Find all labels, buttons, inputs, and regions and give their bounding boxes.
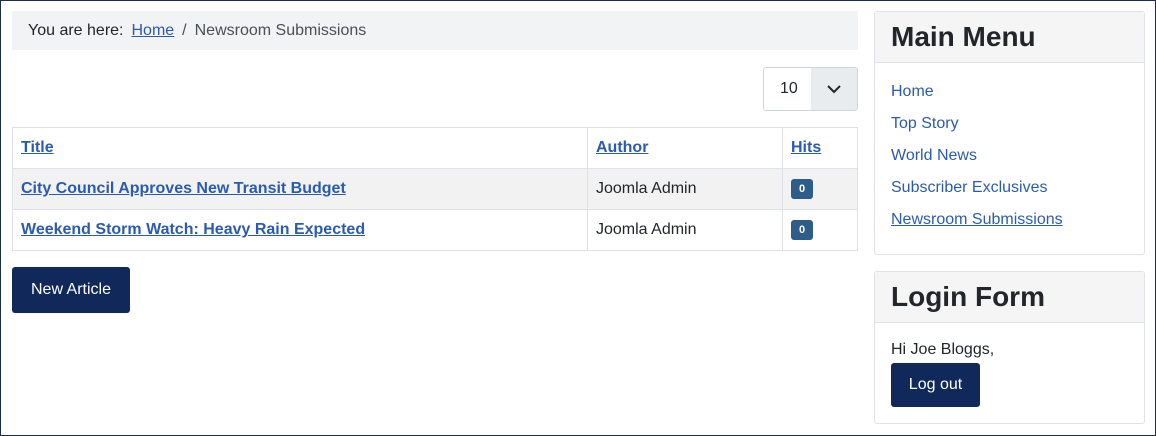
menu-item: Home <box>891 83 1128 115</box>
breadcrumb-current: Newsroom Submissions <box>194 21 367 39</box>
hits-badge: 0 <box>791 220 814 240</box>
sort-by-title-link[interactable]: Title <box>21 139 54 156</box>
list-limit-select[interactable]: 10 <box>763 67 858 111</box>
menu-item: Top Story <box>891 115 1128 147</box>
cell-title: City Council Approves New Transit Budget <box>12 168 588 210</box>
menu-item: Subscriber Exclusives <box>891 179 1128 211</box>
cell-author: Joomla Admin <box>587 209 783 251</box>
logout-button[interactable]: Log out <box>891 363 980 407</box>
main-content: You are here: Home / Newsroom Submission… <box>12 11 858 313</box>
column-header-author: Author <box>587 127 783 169</box>
cell-title: Weekend Storm Watch: Heavy Rain Expected <box>12 209 588 251</box>
main-menu-card: Main Menu Home Top Story World News Subs… <box>874 11 1145 255</box>
articles-table: Title Author Hits City Council Approves … <box>12 127 858 251</box>
cell-author: Joomla Admin <box>587 168 783 210</box>
list-limit-row: 10 <box>12 67 858 111</box>
breadcrumb-prefix: You are here: <box>28 21 124 39</box>
menu-item-world-news[interactable]: World News <box>891 147 977 164</box>
menu-item-home[interactable]: Home <box>891 83 934 100</box>
column-header-title: Title <box>12 127 588 169</box>
chevron-down-icon <box>811 68 857 110</box>
menu-item-top-story[interactable]: Top Story <box>891 115 959 132</box>
table-row: Weekend Storm Watch: Heavy Rain Expected… <box>12 209 858 251</box>
sidebar: Main Menu Home Top Story World News Subs… <box>874 11 1145 424</box>
sort-by-hits-link[interactable]: Hits <box>791 139 821 156</box>
breadcrumb: You are here: Home / Newsroom Submission… <box>12 11 858 50</box>
login-greeting: Hi Joe Bloggs, <box>891 341 995 358</box>
menu-item: World News <box>891 147 1128 179</box>
login-form-body: Hi Joe Bloggs, Log out <box>875 323 1144 407</box>
article-title-link[interactable]: City Council Approves New Transit Budget <box>21 180 346 197</box>
breadcrumb-separator: / <box>182 21 187 39</box>
cell-hits: 0 <box>782 209 858 251</box>
list-limit-value: 10 <box>764 68 811 110</box>
hits-badge: 0 <box>791 179 814 199</box>
login-form-card: Login Form Hi Joe Bloggs, Log out <box>874 271 1145 424</box>
article-title-link[interactable]: Weekend Storm Watch: Heavy Rain Expected <box>21 221 365 238</box>
login-form-title: Login Form <box>875 272 1144 323</box>
table-row: City Council Approves New Transit Budget… <box>12 168 858 210</box>
column-header-hits: Hits <box>782 127 858 169</box>
main-menu-list: Home Top Story World News Subscriber Exc… <box>875 63 1144 243</box>
menu-item: Newsroom Submissions <box>891 211 1128 243</box>
breadcrumb-home-link[interactable]: Home <box>131 22 174 40</box>
cell-hits: 0 <box>782 168 858 210</box>
menu-item-newsroom-submissions[interactable]: Newsroom Submissions <box>891 211 1063 228</box>
new-article-button[interactable]: New Article <box>12 267 130 313</box>
sort-by-author-link[interactable]: Author <box>596 139 648 156</box>
menu-item-subscriber-exclusives[interactable]: Subscriber Exclusives <box>891 179 1048 196</box>
main-menu-title: Main Menu <box>875 12 1144 63</box>
table-header-row: Title Author Hits <box>12 127 858 169</box>
